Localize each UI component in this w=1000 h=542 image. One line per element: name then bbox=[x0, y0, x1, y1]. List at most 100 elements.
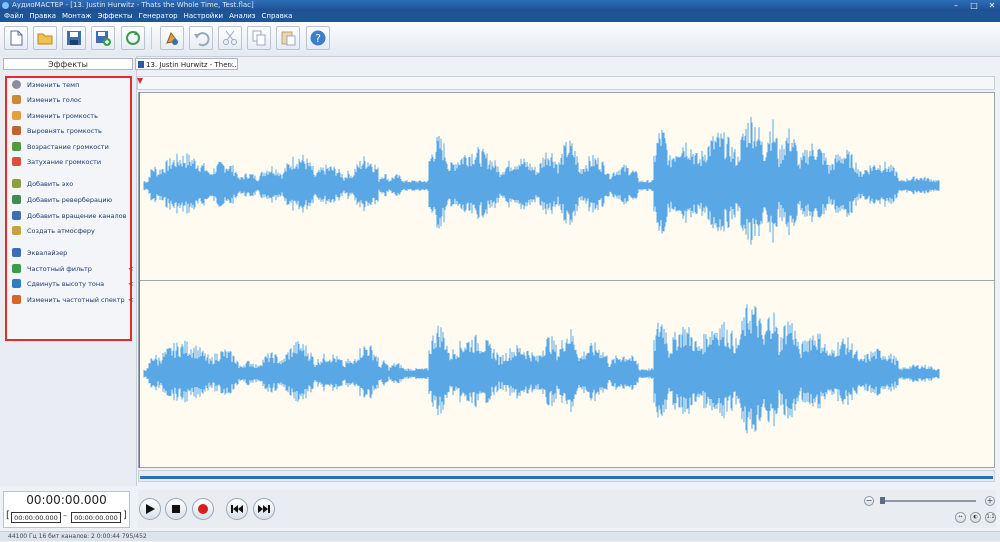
expand-arrow-icon[interactable]: < bbox=[128, 263, 134, 276]
volume-icon bbox=[12, 111, 21, 120]
refresh-icon bbox=[126, 31, 140, 45]
skip-forward-button[interactable] bbox=[253, 498, 275, 520]
record-button[interactable] bbox=[192, 498, 214, 520]
zoom-selection-button[interactable]: ◐ bbox=[970, 512, 981, 523]
open-button[interactable] bbox=[33, 26, 57, 50]
fit-width-icon: ↔ bbox=[958, 514, 963, 520]
save-button[interactable] bbox=[62, 26, 86, 50]
effect-label: Возрастание громкости bbox=[27, 143, 109, 151]
save-as-icon bbox=[96, 31, 111, 46]
effect-normalize-volume[interactable]: Выровнять громкость bbox=[12, 125, 102, 138]
effect-change-volume[interactable]: Изменить громкость bbox=[12, 110, 98, 123]
selection-end-field[interactable]: 00:00:00.000 bbox=[71, 512, 121, 523]
effects-panel-header: Эффекты bbox=[3, 58, 133, 70]
pitch-icon bbox=[12, 279, 21, 288]
spectrum-icon bbox=[12, 295, 21, 304]
menu-file[interactable]: Файл bbox=[4, 11, 23, 22]
minimize-button[interactable]: – bbox=[950, 0, 962, 11]
record-icon bbox=[198, 504, 208, 514]
close-button[interactable]: ✕ bbox=[986, 0, 998, 11]
skip-back-button[interactable] bbox=[226, 498, 248, 520]
waveform-path bbox=[143, 117, 940, 434]
menu-generator[interactable]: Генератор bbox=[139, 11, 178, 22]
atmosphere-icon bbox=[12, 226, 21, 235]
copy-icon bbox=[252, 30, 266, 46]
menu-analysis[interactable]: Анализ bbox=[229, 11, 255, 22]
zoom-in-button[interactable]: + bbox=[985, 496, 995, 506]
zoom-slider-track[interactable] bbox=[881, 500, 976, 502]
paste-button[interactable] bbox=[276, 26, 300, 50]
effect-label: Эквалайзер bbox=[27, 249, 68, 257]
effect-frequency-filter[interactable]: Частотный фильтр < bbox=[12, 263, 134, 276]
horizontal-scrollbar[interactable] bbox=[138, 470, 995, 482]
selection-start-field[interactable]: 00:00:00.000 bbox=[11, 512, 61, 523]
undo-button[interactable] bbox=[189, 26, 213, 50]
menu-effects[interactable]: Эффекты bbox=[98, 11, 133, 22]
menu-help[interactable]: Справка bbox=[262, 11, 293, 22]
effect-label: Частотный фильтр bbox=[27, 265, 92, 273]
save-as-button[interactable] bbox=[91, 26, 115, 50]
effect-label: Изменить темп bbox=[27, 81, 80, 89]
maximize-button[interactable]: □ bbox=[968, 0, 980, 11]
reverb-icon bbox=[12, 195, 21, 204]
equalizer-icon bbox=[12, 248, 21, 257]
effect-label: Добавить эхо bbox=[27, 180, 74, 188]
effect-add-reverb[interactable]: Добавить реверберацию bbox=[12, 194, 112, 207]
effect-fade-in[interactable]: Возрастание громкости bbox=[12, 141, 109, 154]
effect-fade-out[interactable]: Затухание громкости bbox=[12, 156, 101, 169]
effect-create-atmosphere[interactable]: Создать атмосферу bbox=[12, 225, 95, 238]
zoom-reset-button[interactable]: 1:1 bbox=[985, 512, 996, 523]
stop-icon bbox=[172, 505, 180, 513]
effect-label: Добавить вращение каналов bbox=[27, 212, 127, 220]
help-icon: ? bbox=[310, 30, 326, 46]
normalize-icon bbox=[12, 126, 21, 135]
audio-edit-button[interactable] bbox=[160, 26, 184, 50]
skip-back-icon bbox=[231, 505, 243, 513]
cut-icon bbox=[223, 30, 237, 45]
file-tab-label: 13. Justin Hurwitz - Ther... bbox=[146, 61, 237, 69]
effect-label: Изменить громкость bbox=[27, 112, 98, 120]
skip-forward-icon bbox=[258, 505, 270, 513]
effect-add-echo[interactable]: Добавить эхо bbox=[12, 178, 73, 191]
title-bar: АудиоМАСТЕР - [13. Justin Hurwitz - That… bbox=[0, 0, 1000, 11]
menu-montage[interactable]: Монтаж bbox=[62, 11, 92, 22]
effects-list: Изменить темп Изменить голос Изменить гр… bbox=[5, 76, 134, 341]
effect-pitch-shift[interactable]: Сдвинуть высоту тона < bbox=[12, 278, 134, 291]
paste-icon bbox=[281, 31, 296, 46]
play-button[interactable] bbox=[139, 498, 161, 520]
effect-change-voice[interactable]: Изменить голос bbox=[12, 94, 81, 107]
close-tab-icon[interactable]: × bbox=[228, 59, 234, 69]
effect-rotate-channels[interactable]: Добавить вращение каналов bbox=[12, 210, 127, 223]
cut-button[interactable] bbox=[218, 26, 242, 50]
fit-width-button[interactable]: ↔ bbox=[955, 512, 966, 523]
fade-out-icon bbox=[12, 157, 21, 166]
copy-button[interactable] bbox=[247, 26, 271, 50]
effect-label: Затухание громкости bbox=[27, 158, 102, 166]
effect-label: Добавить реверберацию bbox=[27, 196, 113, 204]
playback-cursor[interactable] bbox=[139, 92, 140, 468]
effect-equalizer[interactable]: Эквалайзер bbox=[12, 247, 67, 260]
range-dash: – bbox=[63, 511, 67, 520]
expand-arrow-icon[interactable]: < bbox=[128, 294, 134, 307]
window-controls: – □ ✕ bbox=[950, 0, 998, 11]
rotate-channels-icon bbox=[12, 211, 21, 220]
expand-arrow-icon[interactable]: < bbox=[128, 278, 134, 291]
stop-button[interactable] bbox=[165, 498, 187, 520]
file-tab[interactable]: 13. Justin Hurwitz - Ther... × bbox=[135, 58, 238, 70]
effect-label: Изменить голос bbox=[27, 96, 82, 104]
app-icon bbox=[2, 2, 9, 9]
effect-change-tempo[interactable]: Изменить темп bbox=[12, 79, 79, 92]
menu-settings[interactable]: Настройки bbox=[184, 11, 224, 22]
zoom-slider-thumb[interactable] bbox=[880, 497, 885, 504]
zoom-out-button[interactable]: − bbox=[864, 496, 874, 506]
timeline-ruler[interactable] bbox=[137, 76, 995, 90]
scrollbar-thumb[interactable] bbox=[140, 476, 993, 479]
bracket-open: [ bbox=[6, 510, 10, 521]
toolbar: ? bbox=[0, 22, 1000, 57]
playhead-marker-icon[interactable] bbox=[137, 78, 143, 84]
new-file-button[interactable] bbox=[4, 26, 28, 50]
menu-edit[interactable]: Правка bbox=[29, 11, 56, 22]
help-button[interactable]: ? bbox=[306, 26, 330, 50]
effect-change-spectrum[interactable]: Изменить частотный спектр < bbox=[12, 294, 134, 307]
refresh-button[interactable] bbox=[121, 26, 145, 50]
